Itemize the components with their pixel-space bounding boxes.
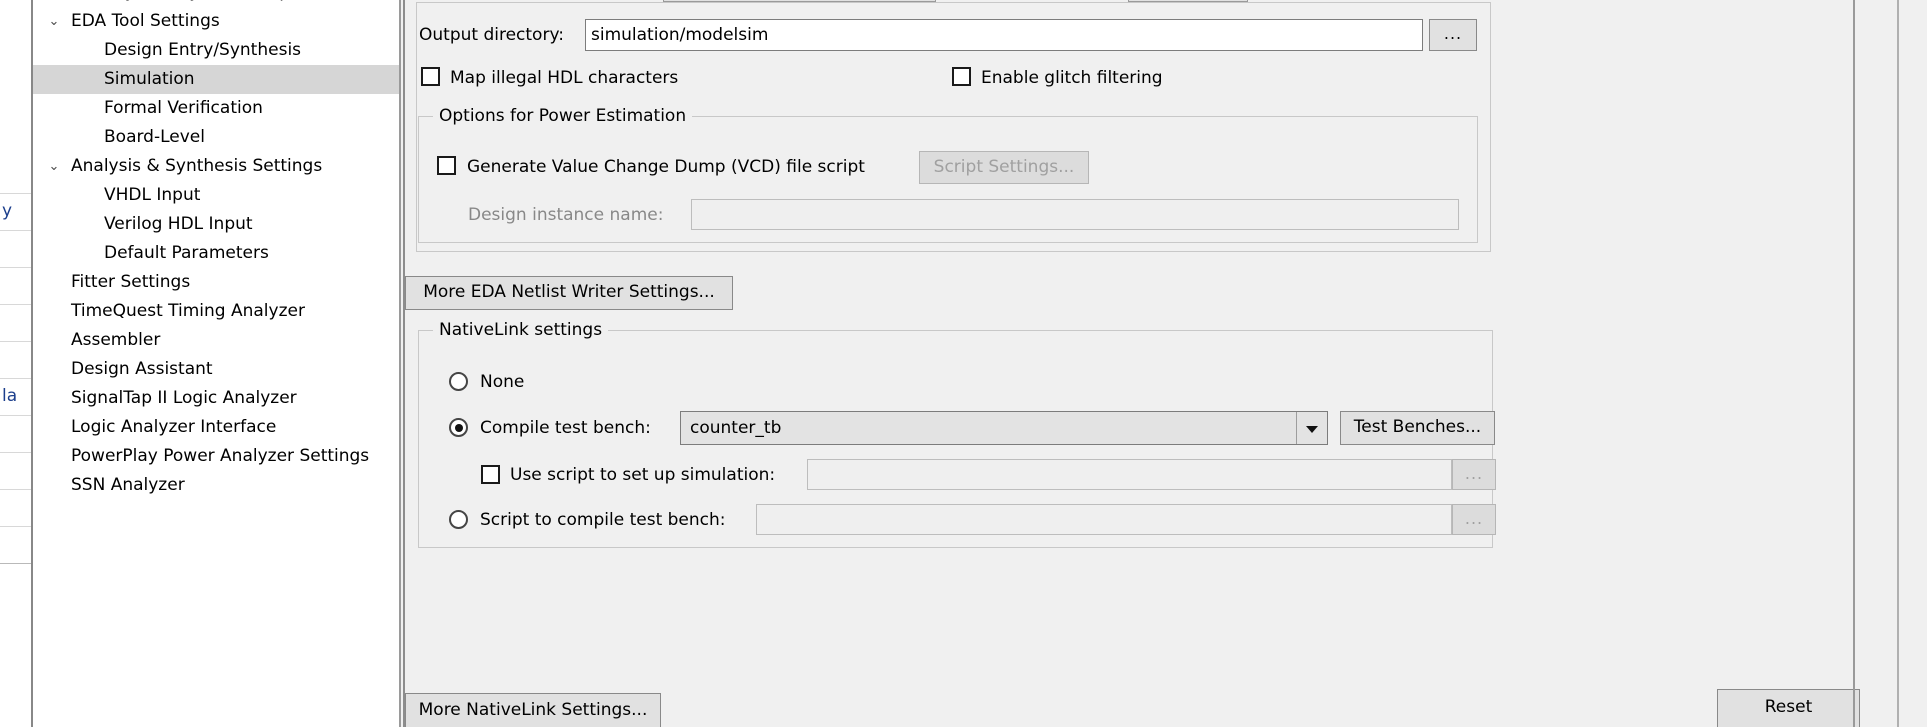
test-bench-combo[interactable]: counter_tb (680, 411, 1328, 445)
use-script-setup-simulation-browse-button[interactable]: ... (1452, 459, 1496, 490)
tree-item-assembler[interactable]: Assembler (33, 326, 400, 355)
output-directory-browse-button[interactable]: ... (1429, 19, 1477, 51)
tree-item-label: VHDL Input (104, 185, 201, 205)
settings-category-tree[interactable]: Physical Synthesis Optimizations ⌄ EDA Too… (31, 0, 401, 727)
script-to-compile-browse-button[interactable]: ... (1452, 504, 1496, 535)
use-script-setup-simulation-input[interactable] (807, 459, 1452, 490)
simulation-settings-pane: Output directory: simulation/modelsim ..… (403, 0, 1927, 727)
tree-item-label: Physical Synthesis Optimizations (104, 0, 384, 7)
tree-item-label: SignalTap II Logic Analyzer (71, 388, 297, 408)
power-estimation-group-title: Options for Power Estimation (433, 107, 693, 125)
tree-item-label: Simulation (104, 69, 195, 89)
content-right-splitter (1853, 0, 1855, 727)
content-right-edge (1897, 0, 1899, 727)
tree-item-design-entry-synthesis[interactable]: Design Entry/Synthesis (33, 36, 400, 65)
chevron-down-icon[interactable] (1296, 412, 1327, 444)
tree-item-label: Default Parameters (104, 243, 269, 263)
chevron-down-icon[interactable]: ⌄ (45, 152, 63, 181)
map-illegal-hdl-checkbox[interactable] (421, 67, 440, 86)
tree-item-analysis-synthesis-settings[interactable]: ⌄ Analysis & Synthesis Settings (33, 152, 400, 181)
design-instance-name-input (691, 199, 1459, 230)
tree-item-label: Formal Verification (104, 98, 263, 118)
test-benches-button[interactable]: Test Benches... (1340, 411, 1495, 445)
nativelink-option-none-label[interactable]: None (480, 372, 524, 392)
tree-item-signaltap-ii-logic-analyzer[interactable]: SignalTap II Logic Analyzer (33, 384, 400, 413)
tree-content-splitter[interactable] (399, 0, 401, 727)
tree-item-label: SSN Analyzer (71, 475, 185, 495)
nativelink-settings-group-title: NativeLink settings (433, 321, 609, 339)
nativelink-option-script-to-compile-label[interactable]: Script to compile test bench: (480, 510, 726, 530)
tree-item-physical-synthesis-optimizations[interactable]: Physical Synthesis Optimizations (33, 0, 400, 7)
design-instance-name-label: Design instance name: (468, 205, 664, 225)
tree-item-eda-tool-settings[interactable]: ⌄ EDA Tool Settings (33, 7, 400, 36)
output-directory-input[interactable]: simulation/modelsim (585, 19, 1423, 51)
script-settings-button: Script Settings... (919, 151, 1089, 184)
chevron-down-icon[interactable]: ⌄ (45, 7, 63, 36)
reset-button[interactable]: Reset (1717, 689, 1860, 727)
tree-item-simulation[interactable]: Simulation (33, 65, 400, 94)
nativelink-settings-group: NativeLink settings None Compile test be… (418, 321, 1496, 548)
tree-item-label: Fitter Settings (71, 272, 191, 292)
tree-item-label: Design Assistant (71, 359, 213, 379)
tree-item-default-parameters[interactable]: Default Parameters (33, 239, 400, 268)
generate-vcd-checkbox[interactable] (437, 156, 456, 175)
tree-item-label: Verilog HDL Input (104, 214, 253, 234)
tree-item-timequest-timing-analyzer[interactable]: TimeQuest Timing Analyzer (33, 297, 400, 326)
nativelink-option-script-to-compile-radio[interactable] (449, 510, 468, 529)
more-eda-netlist-writer-settings-button[interactable]: More EDA Netlist Writer Settings... (405, 276, 733, 310)
nativelink-option-compile-test-bench-label[interactable]: Compile test bench: (480, 418, 651, 438)
tree-item-label: Assembler (71, 330, 161, 350)
tree-item-label: Analysis & Synthesis Settings (71, 156, 323, 176)
output-directory-label: Output directory: (419, 25, 564, 45)
tree-item-label: Board-Level (104, 127, 205, 147)
nativelink-option-compile-test-bench-radio[interactable] (449, 418, 468, 437)
map-illegal-hdl-label[interactable]: Map illegal HDL characters (450, 68, 678, 88)
tree-item-label: EDA Tool Settings (71, 11, 220, 31)
more-nativelink-settings-button[interactable]: More NativeLink Settings... (405, 693, 661, 727)
tree-item-board-level[interactable]: Board-Level (33, 123, 400, 152)
tree-item-label: PowerPlay Power Analyzer Settings (71, 446, 370, 466)
enable-glitch-filtering-checkbox[interactable] (952, 67, 971, 86)
power-estimation-group: Options for Power Estimation Generate Va… (418, 107, 1478, 243)
generate-vcd-label[interactable]: Generate Value Change Dump (VCD) file sc… (467, 157, 865, 177)
tree-item-label: Logic Analyzer Interface (71, 417, 277, 437)
tree-item-design-assistant[interactable]: Design Assistant (33, 355, 400, 384)
tree-item-ssn-analyzer[interactable]: SSN Analyzer (33, 471, 400, 500)
tree-item-fitter-settings[interactable]: Fitter Settings (33, 268, 400, 297)
settings-dialog: y la Physical Synthesis Optimizations⌄ED… (0, 0, 1927, 727)
tree-item-logic-analyzer-interface[interactable]: Logic Analyzer Interface (33, 413, 400, 442)
tree-item-label: Design Entry/Synthesis (104, 40, 302, 60)
tree-item-powerplay-power-analyzer-settings[interactable]: PowerPlay Power Analyzer Settings (33, 442, 400, 471)
tree-item-verilog-hdl-input[interactable]: Verilog HDL Input (33, 210, 400, 239)
tree-item-label: TimeQuest Timing Analyzer (71, 301, 305, 321)
nativelink-option-none-radio[interactable] (449, 372, 468, 391)
test-bench-combo-value: counter_tb (690, 418, 782, 438)
enable-glitch-filtering-label[interactable]: Enable glitch filtering (981, 68, 1163, 88)
use-script-setup-simulation-checkbox[interactable] (481, 465, 500, 484)
use-script-setup-simulation-label[interactable]: Use script to set up simulation: (510, 465, 775, 485)
tree-item-vhdl-input[interactable]: VHDL Input (33, 181, 400, 210)
tree-item-formal-verification[interactable]: Formal Verification (33, 94, 400, 123)
script-to-compile-input[interactable] (756, 504, 1452, 535)
